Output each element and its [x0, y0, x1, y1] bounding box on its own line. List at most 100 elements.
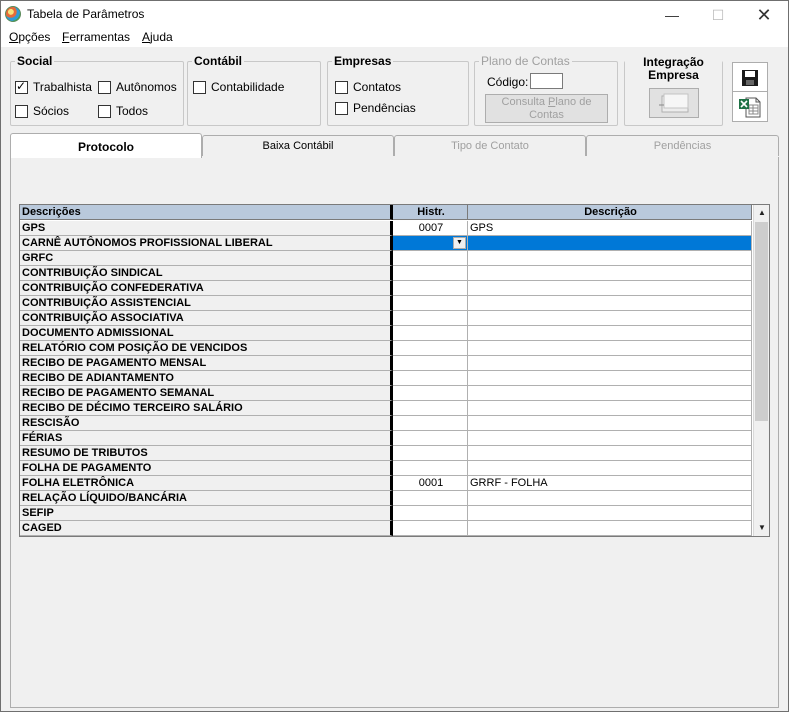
minimize-button[interactable]: —	[649, 1, 695, 29]
row-descricoes-cell[interactable]: RESUMO DE TRIBUTOS	[20, 446, 393, 461]
row-descricoes-cell[interactable]: CAGED	[20, 521, 393, 536]
save-button[interactable]	[732, 62, 768, 93]
row-descricao-cell[interactable]	[468, 401, 752, 416]
consulta-plano-contas-button[interactable]: Consulta Plano de Contas	[485, 94, 608, 123]
todos-checkbox[interactable]: Todos	[98, 104, 148, 118]
autonomos-checkbox[interactable]: Autônomos	[98, 80, 177, 94]
row-descricoes-cell[interactable]: RELATÓRIO COM POSIÇÃO DE VENCIDOS	[20, 341, 393, 356]
scroll-down-icon[interactable]: ▼	[754, 520, 769, 536]
row-descricoes-cell[interactable]: CONTRIBUIÇÃO CONFEDERATIVA	[20, 281, 393, 296]
trabalhista-checkbox[interactable]: Trabalhista	[15, 79, 92, 94]
row-histr-cell[interactable]	[393, 281, 468, 296]
row-histr-cell[interactable]	[393, 491, 468, 506]
row-descricoes-cell[interactable]: CONTRIBUIÇÃO ASSOCIATIVA	[20, 311, 393, 326]
tab-pendencias[interactable]: Pendências	[586, 135, 779, 156]
row-descricao-cell[interactable]	[468, 281, 752, 296]
dropdown-arrow-icon[interactable]: ▼	[453, 237, 466, 249]
table-row[interactable]: RECIBO DE ADIANTAMENTO	[20, 371, 752, 386]
maximize-button[interactable]: ☐	[695, 1, 741, 29]
row-histr-cell[interactable]	[393, 416, 468, 431]
row-descricoes-cell[interactable]: RECIBO DE PAGAMENTO SEMANAL	[20, 386, 393, 401]
contatos-checkbox[interactable]: Contatos	[335, 80, 401, 94]
row-descricoes-cell[interactable]: RELAÇÃO LÍQUIDO/BANCÁRIA	[20, 491, 393, 506]
row-histr-cell[interactable]: 0001	[393, 476, 468, 491]
table-row[interactable]: CONTRIBUIÇÃO ASSOCIATIVA	[20, 311, 752, 326]
row-descricao-cell[interactable]	[468, 506, 752, 521]
row-histr-cell[interactable]	[393, 431, 468, 446]
row-descricao-cell[interactable]	[468, 416, 752, 431]
row-descricao-cell[interactable]	[468, 371, 752, 386]
row-histr-cell[interactable]	[393, 341, 468, 356]
close-button[interactable]: ✕	[741, 1, 787, 29]
table-row[interactable]: GRFC	[20, 251, 752, 266]
row-histr-cell[interactable]	[393, 266, 468, 281]
row-descricoes-cell[interactable]: RECIBO DE DÉCIMO TERCEIRO SALÁRIO	[20, 401, 393, 416]
row-histr-cell[interactable]	[393, 506, 468, 521]
row-descricao-cell[interactable]	[468, 296, 752, 311]
table-row[interactable]: CONTRIBUIÇÃO CONFEDERATIVA	[20, 281, 752, 296]
table-row[interactable]: DOCUMENTO ADMISSIONAL	[20, 326, 752, 341]
row-descricoes-cell[interactable]: CONTRIBUIÇÃO ASSISTENCIAL	[20, 296, 393, 311]
table-row[interactable]: CONTRIBUIÇÃO ASSISTENCIAL	[20, 296, 752, 311]
row-histr-cell[interactable]	[393, 356, 468, 371]
row-descricao-cell[interactable]	[468, 236, 752, 251]
row-descricao-cell[interactable]	[468, 356, 752, 371]
row-histr-cell[interactable]	[393, 521, 468, 536]
table-row[interactable]: RELATÓRIO COM POSIÇÃO DE VENCIDOS	[20, 341, 752, 356]
table-row[interactable]: FOLHA DE PAGAMENTO	[20, 461, 752, 476]
row-descricao-cell[interactable]	[468, 491, 752, 506]
protocolo-grid[interactable]: Descrições Histr. Descrição GPS 0007 GPS CA…	[19, 204, 770, 537]
menu-opcoes[interactable]: Opções	[9, 30, 50, 44]
row-descricoes-cell[interactable]: RECIBO DE PAGAMENTO MENSAL	[20, 356, 393, 371]
row-descricao-cell[interactable]	[468, 311, 752, 326]
scroll-up-icon[interactable]: ▲	[754, 205, 769, 221]
row-descricoes-cell[interactable]: RESCISÃO	[20, 416, 393, 431]
row-descricoes-cell[interactable]: SEFIP	[20, 506, 393, 521]
row-descricao-cell[interactable]	[468, 431, 752, 446]
row-descricoes-cell[interactable]: CONTRIBUIÇÃO SINDICAL	[20, 266, 393, 281]
socios-checkbox[interactable]: Sócios	[15, 104, 69, 118]
row-descricao-cell[interactable]	[468, 461, 752, 476]
table-row[interactable]: GPS 0007 GPS	[20, 221, 752, 236]
row-descricao-cell[interactable]	[468, 341, 752, 356]
row-descricao-cell[interactable]	[468, 386, 752, 401]
row-descricao-cell[interactable]	[468, 446, 752, 461]
row-descricao-cell[interactable]	[468, 251, 752, 266]
row-histr-cell[interactable]: ▼	[393, 236, 468, 251]
tab-baixa-contabil[interactable]: Baixa Contábil	[202, 135, 394, 156]
scroll-thumb[interactable]	[755, 222, 768, 421]
row-descricao-cell[interactable]	[468, 521, 752, 536]
table-row[interactable]: RELAÇÃO LÍQUIDO/BANCÁRIA	[20, 491, 752, 506]
table-row[interactable]: RESCISÃO	[20, 416, 752, 431]
row-descricao-cell[interactable]	[468, 266, 752, 281]
table-row[interactable]: RESUMO DE TRIBUTOS	[20, 446, 752, 461]
table-row[interactable]: CAGED	[20, 521, 752, 536]
table-row[interactable]: SEFIP	[20, 506, 752, 521]
row-descricao-cell[interactable]	[468, 326, 752, 341]
row-descricoes-cell[interactable]: CARNÊ AUTÔNOMOS PROFISSIONAL LIBERAL	[20, 236, 393, 251]
row-histr-cell[interactable]	[393, 386, 468, 401]
table-row[interactable]: CARNÊ AUTÔNOMOS PROFISSIONAL LIBERAL ▼	[20, 236, 752, 251]
row-histr-cell[interactable]	[393, 371, 468, 386]
table-row[interactable]: RECIBO DE PAGAMENTO MENSAL	[20, 356, 752, 371]
table-row[interactable]: RECIBO DE PAGAMENTO SEMANAL	[20, 386, 752, 401]
vertical-scrollbar[interactable]: ▲ ▼	[753, 205, 769, 536]
codigo-input[interactable]	[530, 73, 563, 89]
row-descricoes-cell[interactable]: GPS	[20, 221, 393, 236]
row-descricoes-cell[interactable]: FÉRIAS	[20, 431, 393, 446]
tab-protocolo[interactable]: Protocolo	[10, 133, 202, 158]
row-descricoes-cell[interactable]: RECIBO DE ADIANTAMENTO	[20, 371, 393, 386]
row-histr-cell[interactable]	[393, 461, 468, 476]
menu-ferramentas[interactable]: Ferramentas	[62, 30, 130, 44]
table-row[interactable]: CONTRIBUIÇÃO SINDICAL	[20, 266, 752, 281]
row-histr-cell[interactable]	[393, 326, 468, 341]
table-row[interactable]: RECIBO DE DÉCIMO TERCEIRO SALÁRIO	[20, 401, 752, 416]
row-histr-cell[interactable]	[393, 311, 468, 326]
row-descricao-cell[interactable]: GPS	[468, 221, 752, 236]
table-row[interactable]: FÉRIAS	[20, 431, 752, 446]
row-histr-cell[interactable]: 0007	[393, 221, 468, 236]
contabilidade-checkbox[interactable]: Contabilidade	[193, 80, 284, 94]
row-descricoes-cell[interactable]: FOLHA ELETRÔNICA	[20, 476, 393, 491]
row-descricoes-cell[interactable]: FOLHA DE PAGAMENTO	[20, 461, 393, 476]
menu-ajuda[interactable]: Ajuda	[142, 30, 173, 44]
